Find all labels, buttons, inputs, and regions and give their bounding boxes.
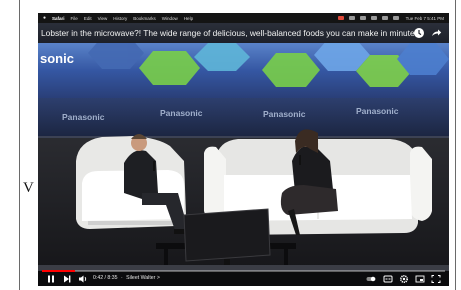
video-title[interactable]: Lobster in the microwave?! The wide rang… — [41, 23, 419, 43]
menu-window[interactable]: Window — [162, 16, 178, 21]
stage-illustration — [38, 43, 449, 286]
video-title-bar: Lobster in the microwave?! The wide rang… — [38, 23, 449, 43]
menu-bookmarks[interactable]: Bookmarks — [133, 16, 156, 21]
apple-icon[interactable]: ● — [43, 15, 46, 21]
brand-repeat-1: Panasonic — [62, 112, 105, 122]
brand-repeat-4: Panasonic — [356, 106, 399, 116]
right-border-line — [455, 0, 456, 290]
record-icon[interactable] — [337, 16, 344, 20]
brand-repeat-2: Panasonic — [160, 108, 203, 118]
video-screenshot: ● Safari File Edit View History Bookmark… — [38, 13, 449, 286]
menu-app-name[interactable]: Safari — [52, 16, 65, 21]
menu-file[interactable]: File — [71, 16, 78, 21]
video-frame[interactable]: sonic Panasonic Panasonic Panasonic Pana… — [38, 43, 449, 286]
control-center-icon[interactable] — [392, 16, 399, 20]
brand-logo: sonic — [40, 51, 74, 66]
progress-fill — [42, 270, 76, 272]
menu-help[interactable]: Help — [184, 16, 193, 21]
menu-edit[interactable]: Edit — [84, 16, 92, 21]
search-icon[interactable] — [381, 16, 388, 20]
time-readout: 0:42 / 8:35 — [93, 275, 118, 281]
fullscreen-icon[interactable] — [431, 274, 441, 284]
player-controls: 0:42 / 8:35 · Sileet Walter > — [38, 270, 449, 286]
progress-bar[interactable] — [42, 270, 445, 272]
time-display: 0:42 / 8:35 · Sileet Walter > — [93, 275, 160, 281]
brand-repeat-3: Panasonic — [263, 109, 306, 119]
chapter-title[interactable]: Sileet Walter > — [126, 275, 160, 281]
share-icon[interactable] — [430, 27, 442, 39]
next-icon[interactable] — [62, 274, 72, 284]
pause-icon[interactable] — [46, 274, 56, 284]
watch-later-icon[interactable] — [413, 27, 425, 39]
autoplay-toggle-icon[interactable] — [366, 274, 376, 284]
captions-icon[interactable] — [383, 274, 393, 284]
battery-icon[interactable] — [359, 16, 366, 20]
menubar-status-area: Tue Feb 7 5:41 PM — [337, 13, 444, 23]
stray-character: V — [23, 180, 34, 196]
volume-icon[interactable] — [78, 274, 88, 284]
mac-menubar: ● Safari File Edit View History Bookmark… — [38, 13, 449, 23]
menu-history[interactable]: History — [113, 16, 127, 21]
menubar-clock: Tue Feb 7 5:41 PM — [405, 15, 444, 21]
miniplayer-icon[interactable] — [415, 274, 425, 284]
control-icon[interactable] — [348, 16, 355, 20]
wifi-icon[interactable] — [370, 16, 377, 20]
menu-view[interactable]: View — [98, 16, 108, 21]
settings-gear-icon[interactable] — [399, 274, 409, 284]
left-border-line — [19, 0, 20, 290]
